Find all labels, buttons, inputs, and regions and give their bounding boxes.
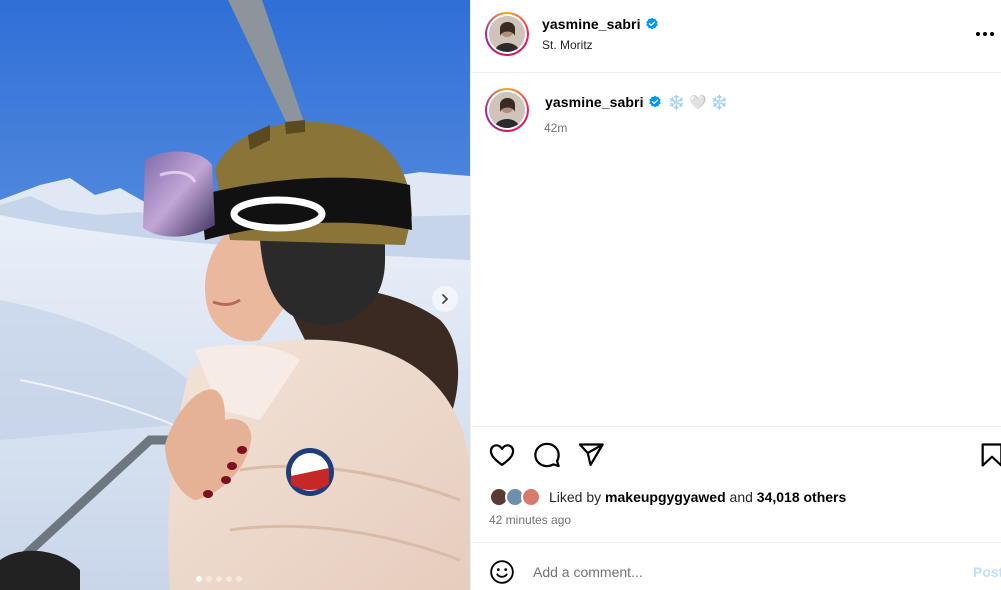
verified-badge-icon [648,95,661,108]
author-avatar[interactable] [485,12,529,56]
carousel-dot [226,576,232,582]
carousel-dot [216,576,222,582]
liked-by-prefix: Liked by [549,489,602,505]
post-media[interactable] [0,0,470,590]
verified-badge-icon [645,17,658,30]
smiley-icon[interactable] [489,559,515,585]
chevron-right-icon [442,294,449,304]
post-photo [0,0,470,590]
post-details-pane: yasmine_sabri St. Moritz yasmine_sabri ❄️… [470,0,1001,590]
comments-area: yasmine_sabri ❄️ 🤍 ❄️ 42m [471,73,1001,426]
more-dot [990,32,994,36]
comment-input[interactable] [533,560,953,584]
post-location[interactable]: St. Moritz [542,38,593,52]
caption-timestamp[interactable]: 42m [544,121,567,135]
liker-avatar [521,487,541,507]
likes-summary: Liked by makeupgygyawed and 34,018 other… [489,485,846,509]
avatar-image [489,16,525,52]
bookmark-icon[interactable] [978,441,1001,469]
caption: yasmine_sabri ❄️ 🤍 ❄️ [545,94,728,111]
caption-username[interactable]: yasmine_sabri [545,94,644,110]
carousel-indicator [196,576,242,582]
others-link[interactable]: 34,018 others [757,489,847,505]
carousel-dot [236,576,242,582]
comment-bubble-icon[interactable] [533,441,561,469]
post-header: yasmine_sabri St. Moritz [471,0,1001,73]
paper-plane-icon[interactable] [577,441,605,469]
post-actions: Liked by makeupgygyawed and 34,018 other… [471,426,1001,542]
carousel-dot [206,576,212,582]
author-username[interactable]: yasmine_sabri [542,16,659,32]
liker-avatars[interactable] [489,486,547,508]
caption-text: ❄️ 🤍 ❄️ [667,94,729,110]
carousel-dot [196,576,202,582]
more-dot [983,32,987,36]
comment-bar: Post [471,542,1001,590]
post-comment-button[interactable]: Post [973,564,1001,580]
more-options-icon[interactable] [976,28,1000,40]
post-timestamp[interactable]: 42 minutes ago [489,513,571,527]
next-slide-button[interactable] [432,286,458,312]
author-username-text[interactable]: yasmine_sabri [542,16,641,32]
heart-icon[interactable] [488,441,516,469]
more-dot [976,32,980,36]
likes-text: Liked by makeupgygyawed and 34,018 other… [549,489,846,505]
liked-by-user-link[interactable]: makeupgygyawed [605,489,726,505]
caption-author-avatar[interactable] [485,88,529,132]
liked-by-and: and [729,489,753,505]
avatar-image [489,92,525,128]
